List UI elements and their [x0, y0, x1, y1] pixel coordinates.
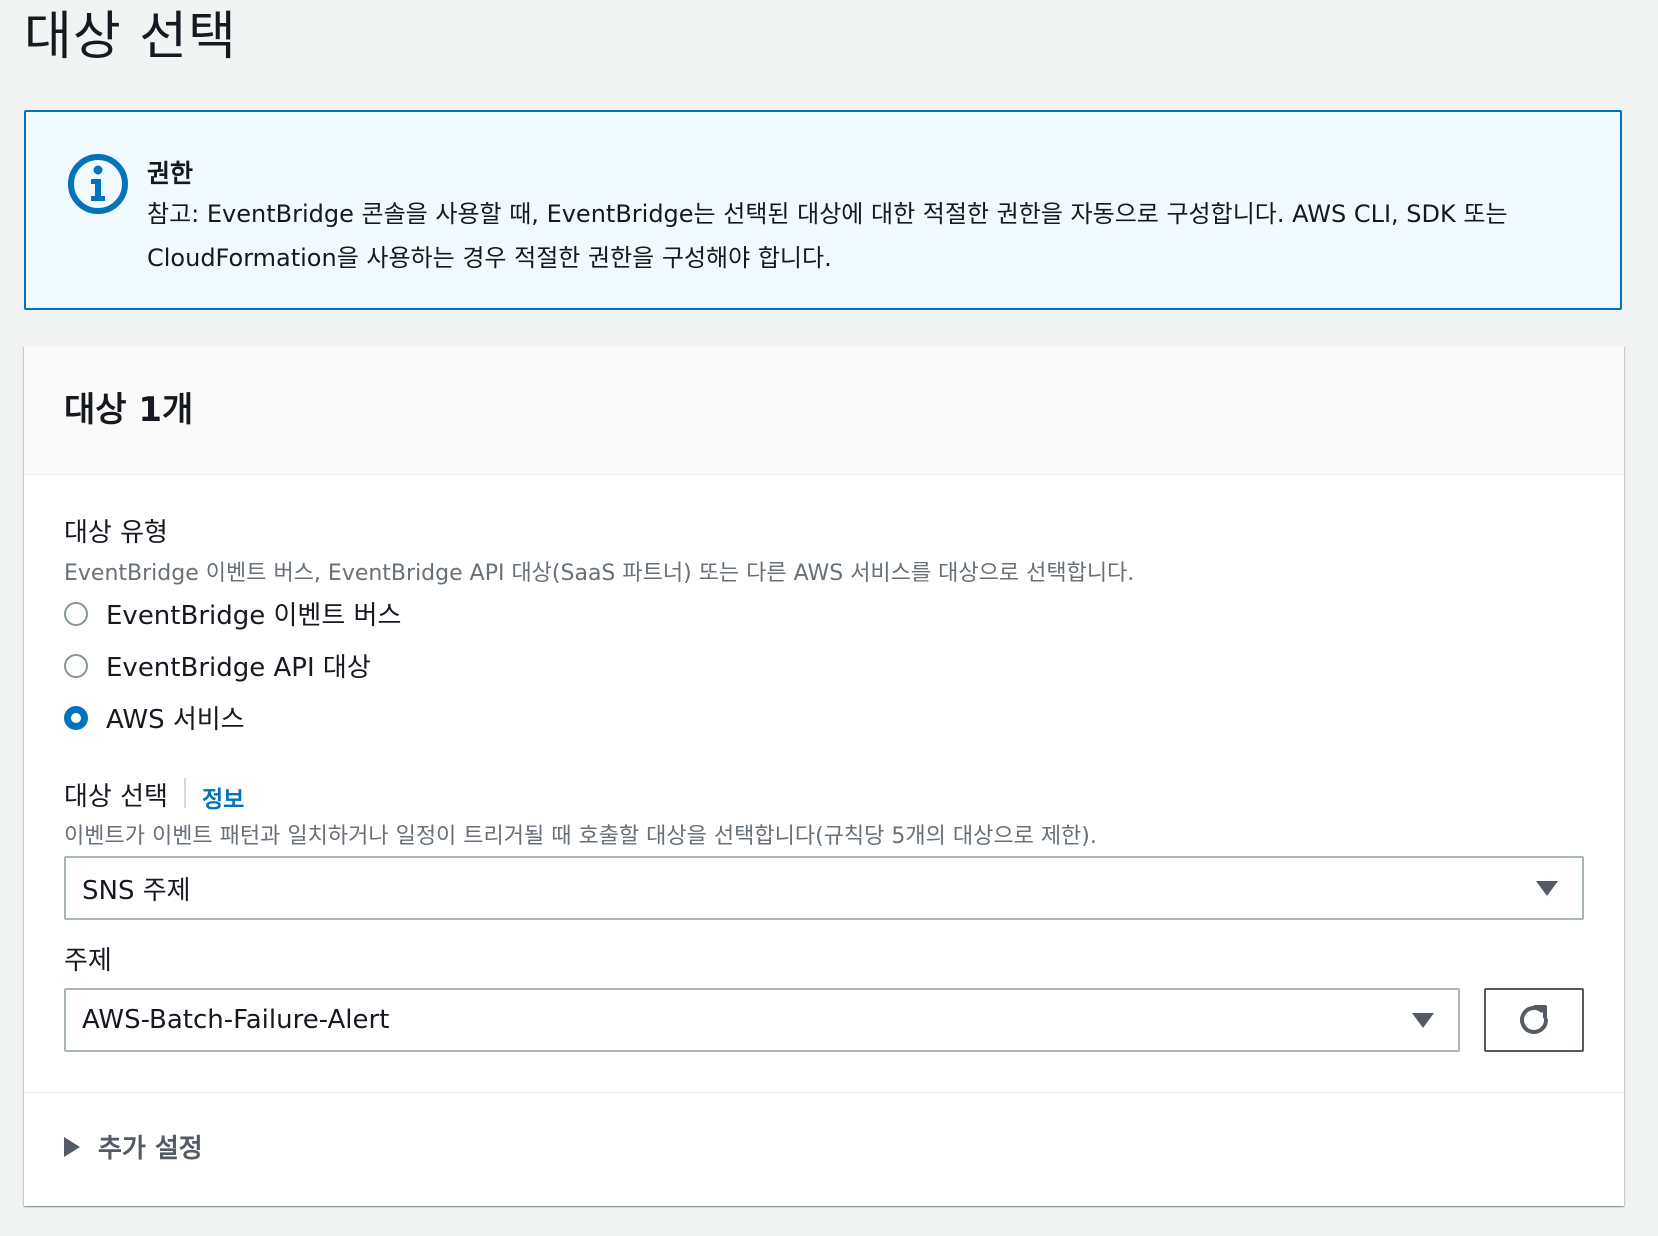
target-select-value: SNS 주제 [82, 875, 191, 906]
radio-label: EventBridge API 대상 [106, 653, 371, 683]
card-title: 대상 1개 [64, 390, 194, 430]
page-title: 대상 선택 [24, 7, 237, 67]
caret-right-icon [64, 1136, 80, 1157]
refresh-button[interactable] [1484, 988, 1584, 1052]
target-select-dropdown[interactable]: SNS 주제 [64, 856, 1584, 920]
radio-label: AWS 서비스 [106, 705, 245, 735]
target-select-description: 이벤트가 이벤트 패턴과 일치하거나 일정이 트리거될 때 호출할 대상을 선택… [64, 824, 1097, 849]
info-separator [184, 778, 186, 808]
additional-settings-expander[interactable]: 추가 설정 [64, 1128, 203, 1165]
target-select-label: 대상 선택 [64, 782, 168, 812]
card-header: 대상 1개 [24, 346, 1624, 475]
target-card: 대상 1개 대상 유형 EventBridge 이벤트 버스, EventBri… [24, 346, 1624, 1206]
refresh-icon [1520, 1005, 1548, 1034]
caret-down-icon [1412, 1012, 1434, 1028]
alert-body: 참고: EventBridge 콘솔을 사용할 때, EventBridge는 … [147, 200, 1508, 272]
topic-dropdown[interactable]: AWS-Batch-Failure-Alert [64, 988, 1460, 1052]
target-type-description: EventBridge 이벤트 버스, EventBridge API 대상(S… [64, 561, 1135, 586]
radio-eventbridge-api-destination[interactable]: EventBridge API 대상 [64, 647, 371, 684]
info-icon [68, 154, 128, 214]
radio-circle[interactable] [64, 601, 88, 626]
radio-eventbridge-event-bus[interactable]: EventBridge 이벤트 버스 [64, 595, 401, 632]
section-divider [24, 1092, 1624, 1093]
radio-aws-service[interactable]: AWS 서비스 [64, 699, 245, 736]
topic-label: 주제 [64, 946, 112, 976]
radio-circle-checked[interactable] [64, 705, 88, 730]
additional-settings-label: 추가 설정 [98, 1134, 203, 1164]
alert-title: 권한 [147, 159, 194, 188]
info-link[interactable]: 정보 [202, 780, 244, 814]
target-type-label: 대상 유형 [64, 518, 168, 548]
permissions-alert: 권한 참고: EventBridge 콘솔을 사용할 때, EventBridg… [24, 110, 1622, 310]
topic-value: AWS-Batch-Failure-Alert [82, 1005, 390, 1035]
caret-down-icon [1536, 880, 1558, 896]
radio-label: EventBridge 이벤트 버스 [106, 601, 402, 631]
radio-circle[interactable] [64, 653, 88, 678]
